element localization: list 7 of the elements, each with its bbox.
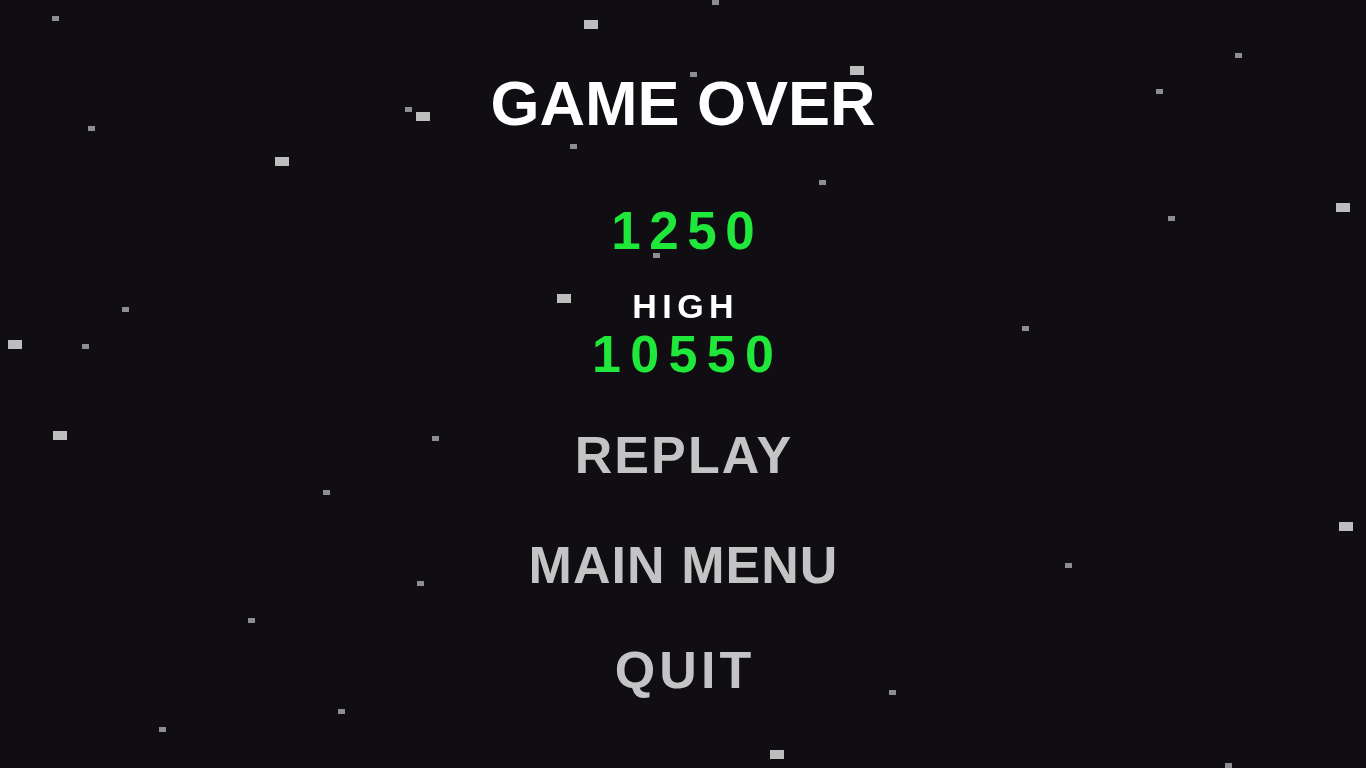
menu-button[interactable]: QUIT <box>610 643 756 696</box>
high-score-label: HIGH <box>631 293 740 320</box>
menu-button[interactable]: MAIN MENU <box>527 538 839 591</box>
score-value: 1250 <box>610 210 764 252</box>
game-over-title: GAME OVER <box>490 79 876 129</box>
menu-button[interactable]: REPLAY <box>572 428 794 481</box>
high-score-value: 10550 <box>590 333 784 375</box>
